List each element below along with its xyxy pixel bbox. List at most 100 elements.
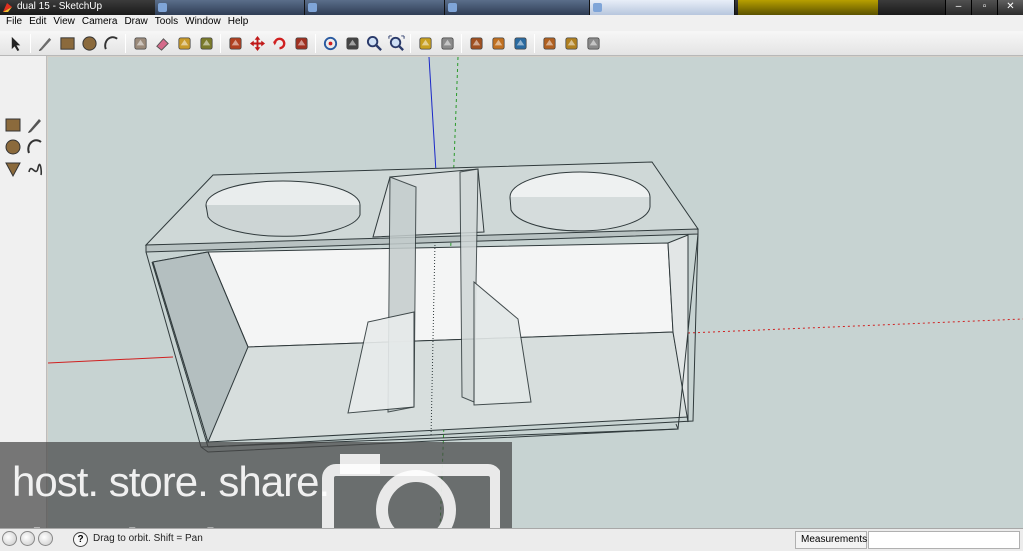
menu-camera[interactable]: Camera xyxy=(80,15,123,31)
section-plane-icon xyxy=(542,36,556,50)
make-component-icon xyxy=(133,36,147,50)
background-tab xyxy=(590,0,735,15)
measurements-label: Measurements xyxy=(795,531,867,549)
look-around-button[interactable] xyxy=(510,33,530,53)
menu-window[interactable]: Window xyxy=(183,15,226,31)
background-tab xyxy=(305,0,445,15)
push-pull-button[interactable] xyxy=(225,33,245,53)
status-bar: ? Drag to orbit. Shift = Pan Measurement… xyxy=(0,528,1023,551)
rotate-icon xyxy=(272,37,285,49)
menu-edit[interactable]: Edit xyxy=(27,15,51,31)
freehand-tool-button[interactable] xyxy=(24,158,45,179)
box-back-wall xyxy=(207,242,674,348)
toolbar-separator xyxy=(461,33,462,53)
background-tab xyxy=(445,0,590,15)
section-plane-button[interactable] xyxy=(539,33,559,53)
pan-button[interactable] xyxy=(342,33,362,53)
tape-measure-icon xyxy=(177,36,191,50)
zoom-icon xyxy=(366,35,382,51)
select-tool-button[interactable] xyxy=(6,33,26,53)
toolbar-separator xyxy=(30,33,31,53)
sketchup-window: dual 15 - SketchUp – ▫ ✕ File Edit View … xyxy=(0,0,1023,551)
paint-bucket-button[interactable] xyxy=(196,33,216,53)
red-axis xyxy=(48,356,174,364)
taskbar-fragment xyxy=(738,0,878,15)
rectangle-tool-button[interactable] xyxy=(2,114,23,135)
tape-measure-button[interactable] xyxy=(174,33,194,53)
arc-tool-button[interactable] xyxy=(24,136,45,157)
walk-icon xyxy=(491,36,505,50)
background-tab xyxy=(155,0,305,15)
close-button[interactable]: ✕ xyxy=(997,0,1023,15)
blue-axis xyxy=(428,57,437,173)
arc-tool-icon xyxy=(103,35,118,50)
menu-draw[interactable]: Draw xyxy=(122,15,152,31)
sketchup-app-icon xyxy=(3,3,12,12)
offset-icon xyxy=(294,36,308,50)
walk-button[interactable] xyxy=(488,33,508,53)
polygon-tool-icon xyxy=(4,162,21,177)
credits-icon[interactable] xyxy=(20,531,35,546)
eraser-icon xyxy=(155,37,169,51)
arc-tool-icon xyxy=(26,138,42,153)
push-pull-icon xyxy=(228,36,242,50)
menu-file[interactable]: File xyxy=(4,15,27,31)
polygon-tool-button[interactable] xyxy=(2,158,23,179)
make-component-button[interactable] xyxy=(130,33,150,53)
zoom-button[interactable] xyxy=(364,33,384,53)
next-view-button[interactable] xyxy=(437,33,457,53)
position-camera-icon xyxy=(469,36,483,50)
look-around-icon xyxy=(513,36,527,50)
menu-bar: File Edit View Camera Draw Tools Window … xyxy=(0,15,1023,31)
user-icon[interactable] xyxy=(38,531,53,546)
minimize-button[interactable]: – xyxy=(945,0,971,15)
toolbar-separator xyxy=(410,33,411,53)
circle-tool-button[interactable] xyxy=(79,33,99,53)
get-models-button[interactable] xyxy=(561,33,581,53)
zoom-extents-button[interactable] xyxy=(386,33,406,53)
pan-icon xyxy=(345,36,359,50)
position-camera-button[interactable] xyxy=(466,33,486,53)
circle-tool-icon xyxy=(81,35,97,51)
red-axis-dotted xyxy=(687,318,1023,334)
orbit-button[interactable] xyxy=(320,33,340,53)
arc-tool-button[interactable] xyxy=(101,33,121,53)
pencil-tool-icon xyxy=(27,118,41,133)
share-model-button[interactable] xyxy=(583,33,603,53)
pencil-tool-button[interactable] xyxy=(24,114,45,135)
drawing-palette xyxy=(2,114,46,179)
geo-location-icon[interactable] xyxy=(2,531,17,546)
pencil-tool-icon xyxy=(38,37,51,51)
window-title: dual 15 - SketchUp xyxy=(17,1,103,12)
maximize-button[interactable]: ▫ xyxy=(971,0,997,15)
menu-help[interactable]: Help xyxy=(226,15,254,31)
circle-tool-button[interactable] xyxy=(2,136,23,157)
toolbar-separator xyxy=(125,33,126,53)
toolbar-separator xyxy=(534,33,535,53)
zoom-extents-icon xyxy=(387,34,405,51)
circle-tool-icon xyxy=(5,139,20,154)
eraser-button[interactable] xyxy=(152,33,172,53)
pencil-tool-button[interactable] xyxy=(35,33,55,53)
toolbar-separator xyxy=(315,33,316,53)
offset-button[interactable] xyxy=(291,33,311,53)
paint-bucket-icon xyxy=(199,36,213,50)
share-model-icon xyxy=(586,36,600,50)
watermark-tagline: host. store. share. xyxy=(12,458,330,505)
rectangle-tool-button[interactable] xyxy=(57,33,77,53)
get-models-icon xyxy=(564,36,578,50)
move-button[interactable] xyxy=(247,33,267,53)
title-bar: dual 15 - SketchUp – ▫ ✕ xyxy=(0,0,1023,15)
help-icon[interactable]: ? xyxy=(73,532,88,547)
measurements-input[interactable] xyxy=(868,531,1020,549)
menu-tools[interactable]: Tools xyxy=(153,15,183,31)
freehand-tool-icon xyxy=(27,163,42,175)
rectangle-tool-icon xyxy=(5,118,20,131)
previous-view-button[interactable] xyxy=(415,33,435,53)
move-icon xyxy=(249,35,265,51)
next-view-icon xyxy=(440,36,454,50)
toolbar-separator xyxy=(220,33,221,53)
menu-view[interactable]: View xyxy=(51,15,80,31)
previous-view-icon xyxy=(418,36,432,50)
rotate-button[interactable] xyxy=(269,33,289,53)
